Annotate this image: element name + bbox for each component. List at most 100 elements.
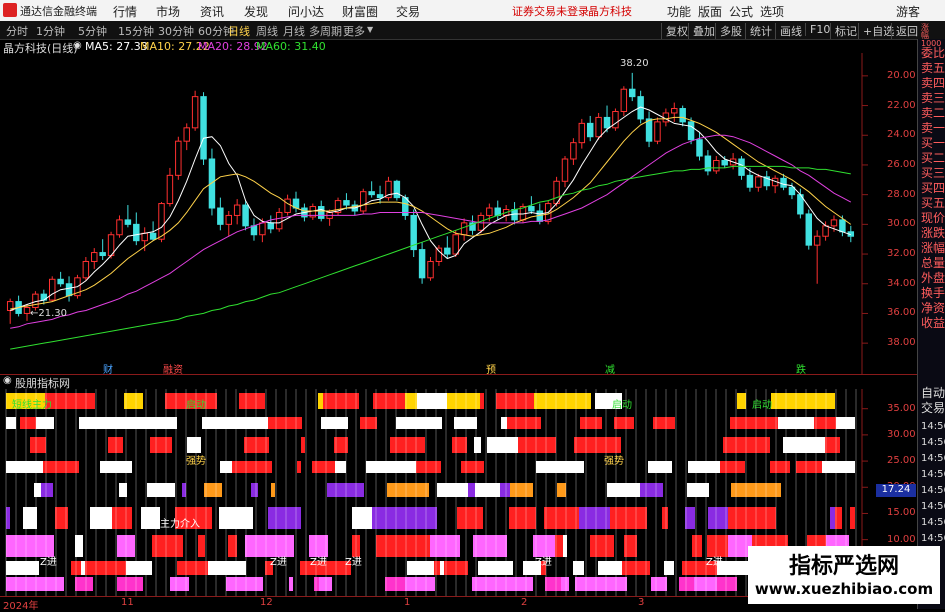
tab-15min[interactable]: 15分钟 [118,23,154,39]
candle-body [822,225,829,237]
indicator-band-block [50,577,64,591]
tab-monthly[interactable]: 月线 [283,23,305,39]
indicator-band-block [15,577,50,591]
f10-button[interactable]: F10 [805,23,830,36]
indicator-band-block [500,483,510,497]
indicator-band-block [454,417,477,429]
indicator-band-block [496,393,523,409]
indicator-band-block [648,461,672,473]
indicator-band-block [232,461,236,473]
indicator-band-block [6,417,16,429]
menu-formula[interactable]: 公式 [729,3,753,20]
indicator-band-block [720,461,745,473]
indicator-band-block [289,577,293,591]
login-warning[interactable]: 证券交易未登录 [512,3,589,19]
menu-layout[interactable]: 版面 [698,3,722,20]
trade-time-label: 14:56 [921,501,945,512]
indicator-band-block [117,577,143,591]
indicator-band-block [228,535,237,557]
candle-body [612,110,619,129]
back-button[interactable]: 返回 [891,23,918,39]
x-tick-mar: 3 [638,597,645,608]
indicator-band-block [323,393,359,409]
indicator-band-block [836,417,855,429]
indicator-band-block [688,461,720,473]
tab-more[interactable]: 更多 [343,23,365,39]
indicator-band-block [783,437,816,453]
indicator-band-block [509,507,525,529]
menu-market[interactable]: 市场 [156,3,180,20]
add-watchlist-button[interactable]: +自选 [858,23,894,39]
candle-body [82,260,90,279]
indicator-band-block [563,535,567,557]
candle-body [578,122,586,144]
indicator-y-tick-label: 25.00 [887,455,916,467]
indicator-band-block [610,507,647,529]
indicator-band-block [182,483,186,497]
guest-label[interactable]: 游客 [896,3,920,20]
tab-30min[interactable]: 30分钟 [158,23,194,39]
indicator-band-block [440,561,444,575]
candlestick-chart[interactable] [0,53,917,374]
candle-body [830,219,838,227]
tab-intraday[interactable]: 分时 [6,23,28,39]
auto-trade-label[interactable]: 自动 [921,386,945,400]
menu-discover[interactable]: 发现 [244,3,268,20]
indicator-band-block [226,577,263,591]
stat-label: 收益 [921,316,945,330]
menu-ask[interactable]: 问小达 [288,3,324,20]
y-tick-label: 28.00 [887,188,916,200]
toggle-circle-icon[interactable]: ◉ [73,40,82,51]
stat-label: 外盘 [921,271,945,285]
indicator-band-block [477,507,483,529]
tab-weekly[interactable]: 周线 [256,23,278,39]
indicator-signal-label: 启动 [612,400,632,411]
indicator-band-block [245,393,265,409]
tab-multi-period[interactable]: 多周期 [309,23,342,39]
tab-1min[interactable]: 1分钟 [36,23,65,39]
adjust-button[interactable]: 复权 [661,23,688,39]
orderbook-label: 买四 [921,181,945,195]
indicator-band-block [472,577,509,591]
menu-options[interactable]: 选项 [760,3,784,20]
right-top-label: 涨 幅 1000 [921,23,942,48]
stats-button[interactable]: 统计 [745,23,772,39]
more-chevron-down-icon[interactable]: ▼ [367,25,373,34]
candle-body [124,219,132,225]
menu-news[interactable]: 资讯 [200,3,224,20]
multistock-button[interactable]: 多股 [715,23,742,39]
auto-trade-label[interactable]: 交易 [921,401,945,415]
indicator-band-block [177,561,208,575]
tab-daily[interactable]: 日线 [228,23,250,39]
indicator-band-block [321,417,348,429]
indicator-band-block [664,561,674,575]
menu-wealth[interactable]: 财富圈 [342,3,378,20]
indicator-toggle-icon[interactable]: ◉ [3,375,12,386]
indicator-signal-label: Z进 [706,557,723,568]
mark-button[interactable]: 标记 [830,23,857,39]
indicator-band-block [102,561,126,575]
candle-body [225,214,232,225]
indicator-band-block [830,507,835,529]
tab-5min[interactable]: 5分钟 [78,23,107,39]
ma5-legend: MA5: 27.33 [85,40,148,53]
indicator-band-block [90,507,112,529]
candle-body [343,200,350,206]
menu-trade[interactable]: 交易 [396,3,420,20]
indicator-band-block [366,461,381,473]
indicator-band-block [534,393,557,409]
overlay-button[interactable]: 叠加 [688,23,715,39]
menu-function[interactable]: 功能 [667,3,691,20]
indicator-band-block [759,437,770,453]
menu-quotes[interactable]: 行情 [113,3,137,20]
y-tick-label: 38.00 [887,337,916,349]
trade-time-label: 14:56 [921,485,945,496]
ma60-name: MA60 [256,40,288,53]
indicator-band-block [487,437,518,453]
trade-time-label: 14:56 [921,437,945,448]
indicator-band-block [816,437,825,453]
indicator-band-block [43,461,79,473]
indicator-band-block [825,437,840,453]
draw-button[interactable]: 画线 [775,23,802,39]
indicator-band-block [545,577,561,591]
